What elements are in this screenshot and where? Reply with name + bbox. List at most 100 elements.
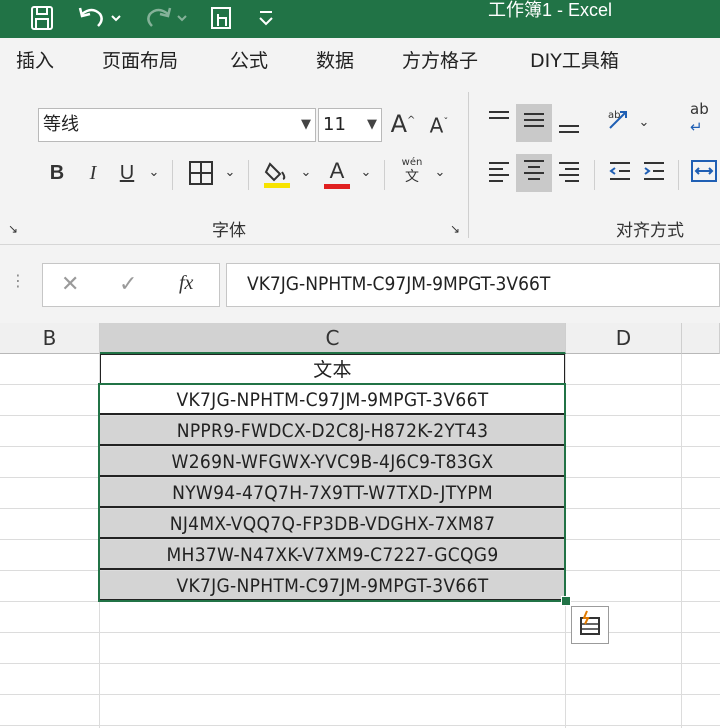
save-icon[interactable] <box>28 4 56 40</box>
formula-input[interactable]: VK7JG-NPHTM-C97JM-9MPGT-3V66T <box>226 263 720 307</box>
orientation-icon: ab <box>608 110 627 129</box>
cell-c-header[interactable]: 文本 <box>100 354 565 384</box>
divider <box>172 160 173 190</box>
column-header-d[interactable]: D <box>566 323 682 354</box>
font-dialog-launcher-icon[interactable]: ↘ <box>446 220 464 238</box>
cancel-icon[interactable]: ✕ <box>61 272 79 297</box>
chevron-down-icon[interactable]: ⌄ <box>144 158 164 188</box>
wrap-text-button[interactable]: ab ↵ <box>690 100 720 136</box>
enter-icon[interactable]: ✓ <box>119 272 137 297</box>
touch-mode-icon[interactable] <box>208 4 236 40</box>
font-color-swatch <box>324 184 350 189</box>
tab-insert[interactable]: 插入 <box>16 48 54 74</box>
decrease-indent-button[interactable] <box>604 158 636 192</box>
font-color-letter: A <box>329 158 345 183</box>
group-divider <box>468 92 469 238</box>
fill-handle[interactable] <box>561 596 571 606</box>
grow-font-label: A <box>390 110 408 138</box>
align-top-icon <box>489 111 509 119</box>
tab-fangfang[interactable]: 方方格子 <box>402 48 478 74</box>
align-center-button[interactable] <box>516 154 552 192</box>
chevron-down-icon[interactable]: ⌄ <box>430 158 450 188</box>
table-row[interactable]: VK7JG-NPHTM-C97JM-9MPGT-3V66T <box>100 571 565 601</box>
align-top-button[interactable] <box>482 106 516 140</box>
chevron-down-icon[interactable]: ⌄ <box>356 158 376 188</box>
bold-button[interactable]: B <box>44 158 70 188</box>
dialog-launcher-icon[interactable]: ↘ <box>4 220 22 238</box>
font-color-button[interactable]: A <box>322 156 352 189</box>
font-size-value: 11 <box>323 114 346 135</box>
divider <box>248 160 249 190</box>
increase-indent-icon <box>644 162 664 180</box>
table-row[interactable]: NYW94-47Q7H-7X9TT-W7TXD-JTYPM <box>100 478 565 508</box>
table-row[interactable]: NJ4MX-VQQ7Q-FP3DB-VDGHX-7XM87 <box>100 509 565 539</box>
increase-indent-button[interactable] <box>638 158 670 192</box>
font-size-combo[interactable]: 11 ▼ <box>318 108 382 142</box>
table-row[interactable]: W269N-WFGWX-YVC9B-4J6C9-T83GX <box>100 447 565 477</box>
chevron-down-icon[interactable]: ▼ <box>367 109 377 141</box>
align-bottom-button[interactable] <box>552 112 586 146</box>
gridline <box>0 694 720 695</box>
gridline <box>0 663 720 664</box>
grow-font-button[interactable]: A^ <box>388 106 418 139</box>
undo-icon[interactable] <box>76 4 124 40</box>
redo-icon[interactable] <box>142 4 190 40</box>
quick-analysis-icon <box>580 610 600 635</box>
quick-analysis-button[interactable] <box>571 606 609 644</box>
chevron-down-icon[interactable]: ⌄ <box>220 158 240 188</box>
borders-button[interactable] <box>186 160 216 194</box>
window-title: 工作簿1 - Excel <box>488 0 613 20</box>
drag-handle-icon[interactable]: ⋮ <box>10 271 26 290</box>
align-left-icon <box>489 162 509 182</box>
underline-button[interactable]: U <box>114 158 140 188</box>
merge-center-icon <box>691 160 717 182</box>
paint-bucket-icon <box>264 162 290 188</box>
table-row[interactable]: MH37W-N47XK-V7XM9-C7227-GCQG9 <box>100 540 565 570</box>
title-bar: 工作簿1 - Excel <box>0 0 720 38</box>
wrap-text-label: ab <box>690 100 709 118</box>
customize-toolbar-icon[interactable] <box>256 4 276 41</box>
tab-diy-toolbox[interactable]: DIY工具箱 <box>530 48 619 74</box>
align-bottom-icon <box>559 125 579 133</box>
phonetic-guide-button[interactable]: wén 文 <box>396 156 428 184</box>
shrink-font-label: A <box>429 113 444 138</box>
align-right-icon <box>559 162 579 182</box>
phonetic-top: wén <box>401 157 423 168</box>
divider <box>594 160 595 190</box>
svg-text:ab: ab <box>608 110 620 121</box>
align-right-button[interactable] <box>552 158 586 192</box>
align-middle-button[interactable] <box>516 104 552 142</box>
borders-icon <box>189 161 213 185</box>
align-middle-icon <box>524 113 544 127</box>
tab-page-layout[interactable]: 页面布局 <box>102 48 178 74</box>
italic-button[interactable]: I <box>80 158 106 188</box>
phonetic-bottom: 文 <box>405 169 419 185</box>
gridline <box>0 601 720 602</box>
tab-data[interactable]: 数据 <box>316 48 354 74</box>
chevron-down-icon[interactable]: ⌄ <box>296 158 316 188</box>
formula-bar: ⋮ ✕ ✓ fx VK7JG-NPHTM-C97JM-9MPGT-3V66T <box>0 245 720 323</box>
column-header-c[interactable]: C <box>100 323 566 354</box>
table-row[interactable]: VK7JG-NPHTM-C97JM-9MPGT-3V66T <box>100 385 565 415</box>
font-name-combo[interactable]: 等线 ▼ <box>38 108 316 142</box>
decrease-indent-icon <box>609 162 630 180</box>
merge-center-button[interactable] <box>688 158 720 192</box>
shrink-font-button[interactable]: Aˇ <box>424 108 454 141</box>
orientation-button[interactable]: ab <box>600 104 640 142</box>
align-left-button[interactable] <box>482 158 516 192</box>
formula-buttons: ✕ ✓ fx <box>42 263 220 307</box>
chevron-down-icon[interactable]: ▼ <box>301 109 311 141</box>
chevron-down-icon[interactable]: ⌄ <box>636 108 652 138</box>
column-header-e[interactable] <box>682 323 720 354</box>
column-header-b[interactable]: B <box>0 323 100 354</box>
insert-function-icon[interactable]: fx <box>179 272 193 295</box>
fill-color-button[interactable] <box>262 158 292 198</box>
gridline <box>0 725 720 726</box>
gridline <box>681 354 682 728</box>
gridline <box>565 354 566 728</box>
formula-value: VK7JG-NPHTM-C97JM-9MPGT-3V66T <box>247 273 551 295</box>
table-row[interactable]: NPPR9-FWDCX-D2C8J-H872K-2YT43 <box>100 416 565 446</box>
font-name-value: 等线 <box>43 114 79 135</box>
tab-formulas[interactable]: 公式 <box>230 48 268 74</box>
alignment-group-label: 对齐方式 <box>616 221 684 241</box>
